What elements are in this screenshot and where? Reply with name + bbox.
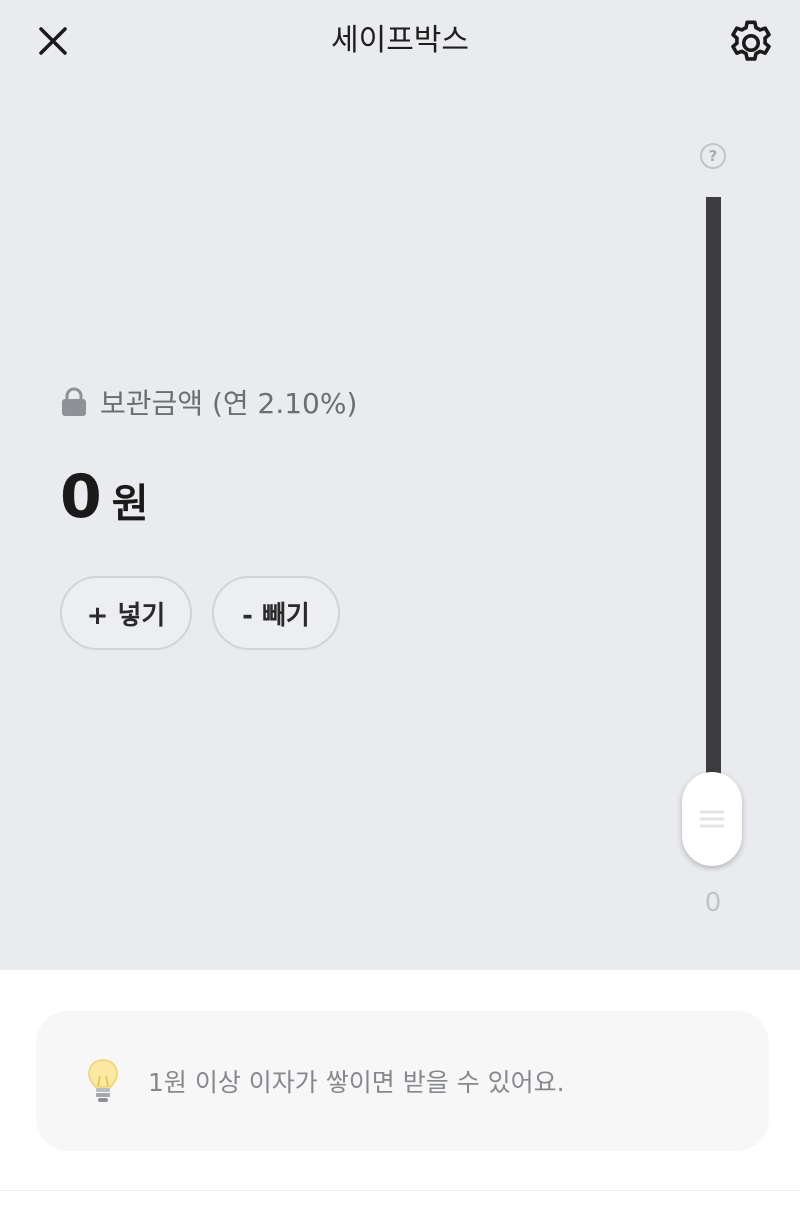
page-title: 세이프박스 [331,23,469,58]
tip-text: 1원 이상 이자가 쌓이면 받을 수 있어요. [148,1068,565,1097]
balance-amount: 0 원 [60,462,149,532]
close-icon [39,27,67,55]
withdraw-button[interactable]: - 빼기 [212,576,340,650]
safebox-panel: 세이프박스 ? 0 보관금액 (연 2.10%) 0 원 + 넣기 - 빼기 [0,0,800,970]
balance-label: 보관금액 (연 2.10%) [100,387,358,420]
drag-handle-icon [699,810,725,828]
lightbulb-icon [88,1059,118,1102]
slider-handle[interactable] [682,772,742,866]
deposit-button[interactable]: + 넣기 [60,576,192,650]
slider-track[interactable] [706,197,721,837]
slider-value: 0 [704,888,722,918]
close-button[interactable] [30,18,76,64]
amount-unit: 원 [111,481,149,527]
help-icon[interactable]: ? [700,143,726,169]
lock-icon [62,387,86,416]
tip-card: 1원 이상 이자가 쌓이면 받을 수 있어요. [36,1011,769,1151]
balance-label-row: 보관금액 (연 2.10%) [60,380,357,424]
settings-button[interactable] [724,16,778,70]
divider [0,1190,800,1191]
amount-value: 0 [60,462,102,532]
gear-icon [731,20,771,61]
